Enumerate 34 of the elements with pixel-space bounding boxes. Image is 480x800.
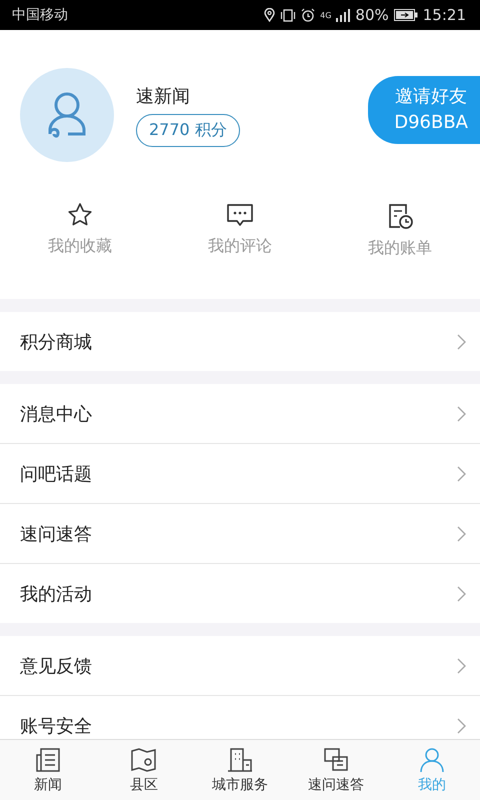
location-icon [264,8,276,22]
alarm-icon [301,8,316,22]
battery-charging-icon [394,9,418,21]
clock-time: 15:21 [422,6,466,24]
tab-item[interactable]: 新闻 [0,740,96,800]
comment-icon[interactable] [226,202,254,228]
points-badge[interactable]: 2770 积分 [136,114,240,146]
menu-item[interactable]: 积分商城 [0,312,480,371]
menu-item[interactable]: 消息中心 [0,384,480,444]
tab-item[interactable]: 速问速答 [288,740,384,800]
vibrate-icon [280,8,296,22]
chevron-right-icon [457,406,466,422]
signal-icon [336,8,350,22]
tab-item[interactable]: 城市服务 [192,740,288,800]
menu-item[interactable]: 问吧话题 [0,444,480,504]
tab-item[interactable]: 县区 [96,740,192,800]
chevron-right-icon [457,718,466,734]
battery-percent: 80% [355,6,389,24]
menu-item[interactable]: 速问速答 [0,504,480,564]
chevron-right-icon [457,334,466,350]
user-name: 速新闻 [136,84,190,108]
carrier-name: 中国移动 [12,6,68,24]
chevron-right-icon [457,586,466,602]
star-icon[interactable] [67,202,93,228]
chevron-right-icon [457,526,466,542]
bill-clock-icon[interactable] [386,202,414,230]
menu-item[interactable]: 意见反馈 [0,636,480,696]
building-icon [225,746,255,774]
menu-item[interactable]: 我的活动 [0,564,480,623]
network-type: 4G [320,10,332,20]
chevron-right-icon [457,658,466,674]
avatar-icon[interactable] [20,68,114,162]
chevron-right-icon [457,466,466,482]
menu-item[interactable]: 账号安全 [0,696,480,739]
